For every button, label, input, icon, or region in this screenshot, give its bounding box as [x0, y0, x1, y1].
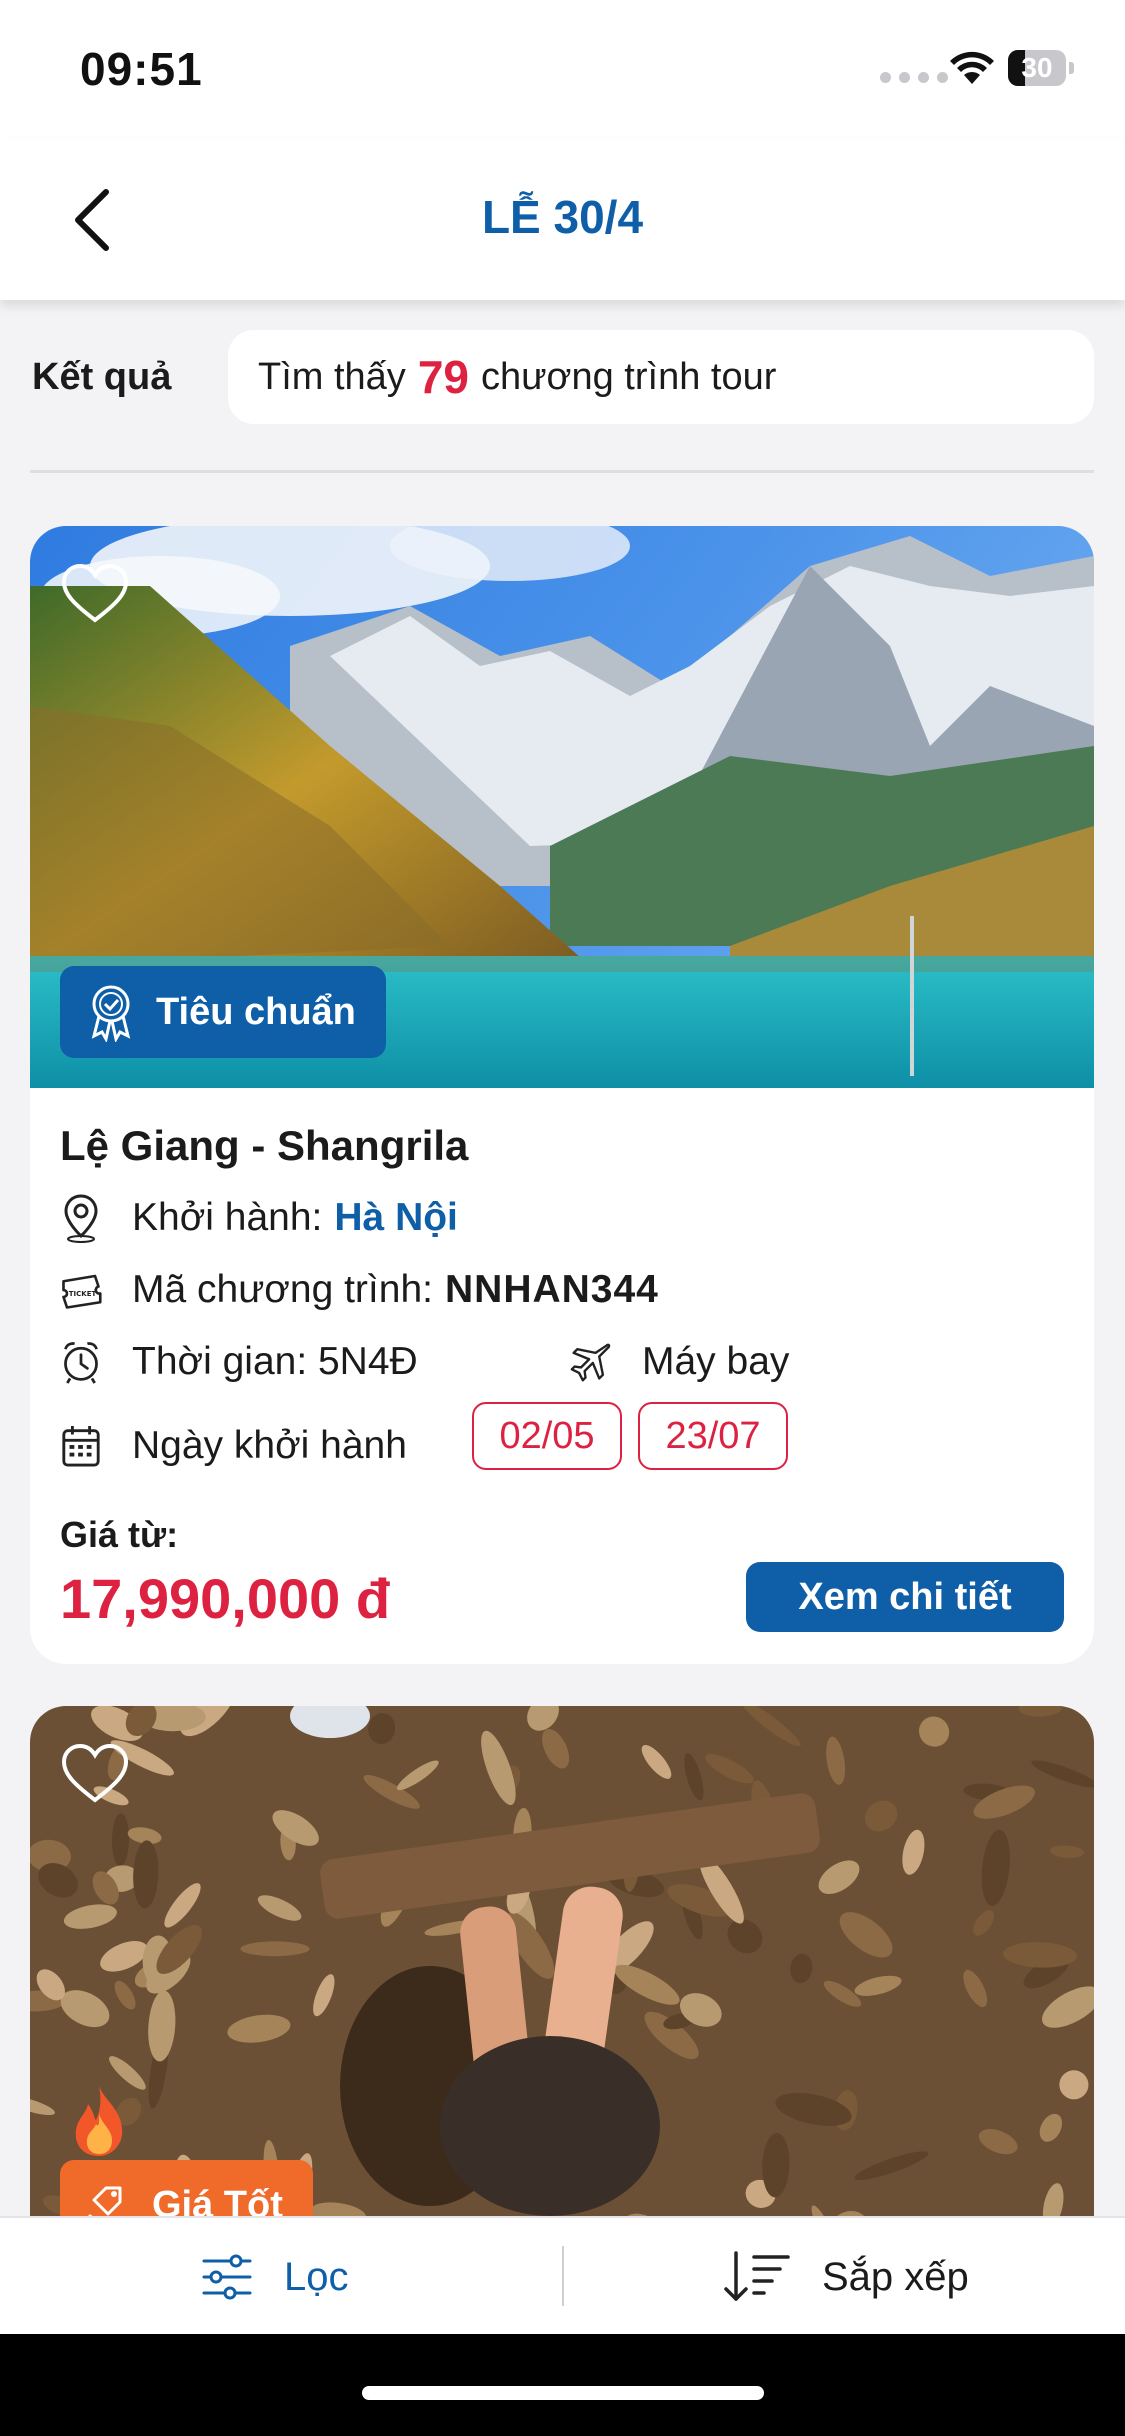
filter-button[interactable]: Lọc — [200, 2242, 349, 2312]
sort-button[interactable]: Sắp xếp — [722, 2242, 969, 2312]
result-count: 79 — [417, 351, 469, 403]
status-time: 09:51 — [80, 43, 203, 95]
price-label: Giá từ: — [60, 1514, 179, 1555]
ticket-icon: TICKET — [62, 1274, 102, 1309]
departure-city: Hà Nội — [334, 1196, 458, 1239]
departure-date-chip[interactable]: 23/07 — [638, 1402, 788, 1470]
leaf-texture — [240, 1941, 310, 1957]
favorite-heart-icon[interactable] — [60, 562, 130, 626]
battery-icon: 30 — [1008, 50, 1074, 86]
airplane-icon — [570, 1343, 611, 1382]
location-pin-icon — [64, 1194, 98, 1243]
departure-dates-label: Ngày khởi hành — [132, 1424, 407, 1467]
fire-icon — [75, 2086, 123, 2156]
departure-row: Khởi hành: Hà Nội — [60, 1188, 458, 1248]
home-indicator[interactable] — [362, 2386, 764, 2400]
standard-badge: Tiêu chuẩn — [60, 966, 386, 1058]
calendar-icon — [62, 1425, 100, 1467]
result-prefix: Tìm thấy — [258, 355, 406, 398]
program-code-row: TICKET Mã chương trình: NNHAN344 — [60, 1260, 659, 1320]
top-header: LỄ 30/4 — [0, 140, 1125, 300]
divider — [30, 470, 1094, 473]
filter-sliders-icon — [202, 2254, 252, 2300]
cellular-signal-icon — [880, 72, 948, 83]
program-code-label: Mã chương trình: — [132, 1268, 433, 1311]
bottom-action-bar: Lọc Sắp xếp — [0, 2216, 1125, 2334]
favorite-heart-icon[interactable] — [60, 1742, 130, 1806]
view-details-button[interactable]: Xem chi tiết — [746, 1562, 1064, 1632]
divider — [562, 2246, 564, 2306]
screen: 09:51 30 LỄ 30/4 Kết quả Tìm thấy 79 chư… — [0, 0, 1125, 2436]
price-value: 17,990,000 đ — [60, 1567, 391, 1630]
departure-label: Khởi hành: — [132, 1196, 323, 1239]
result-summary: Tìm thấy 79 chương trình tour — [228, 330, 1094, 424]
battery-level: 30 — [1021, 52, 1053, 83]
status-bar: 09:51 30 — [0, 0, 1125, 140]
filter-label: Lọc — [284, 2254, 349, 2299]
result-label: Kết quả — [32, 356, 172, 398]
page-title: LỄ 30/4 — [481, 191, 644, 243]
home-indicator-area — [0, 2334, 1125, 2436]
duration-row: Thời gian: 5N4Đ — [60, 1332, 418, 1392]
tour-title: Lệ Giang - Shangrila — [60, 1122, 469, 1169]
program-code-value: NNHAN344 — [444, 1268, 659, 1311]
departure-date-chip[interactable]: 02/05 — [472, 1402, 622, 1470]
transport-text: Máy bay — [642, 1340, 790, 1383]
svg-text:TICKET: TICKET — [69, 1290, 97, 1298]
duration-text: Thời gian: 5N4Đ — [132, 1340, 418, 1383]
sort-label: Sắp xếp — [822, 2254, 969, 2299]
alarm-clock-icon — [64, 1342, 98, 1384]
departure-dates-row: Ngày khởi hành — [60, 1416, 407, 1476]
award-ribbon-icon — [91, 985, 131, 1042]
result-suffix: chương trình tour — [480, 355, 777, 398]
badge-label: Tiêu chuẩn — [156, 990, 356, 1033]
transport-row: Máy bay — [570, 1332, 789, 1392]
wifi-icon — [950, 51, 994, 84]
tour-card[interactable]: Tiêu chuẩn Lệ Giang - Shangrila Khởi hàn… — [30, 526, 1094, 1664]
sort-descending-icon — [724, 2251, 790, 2301]
